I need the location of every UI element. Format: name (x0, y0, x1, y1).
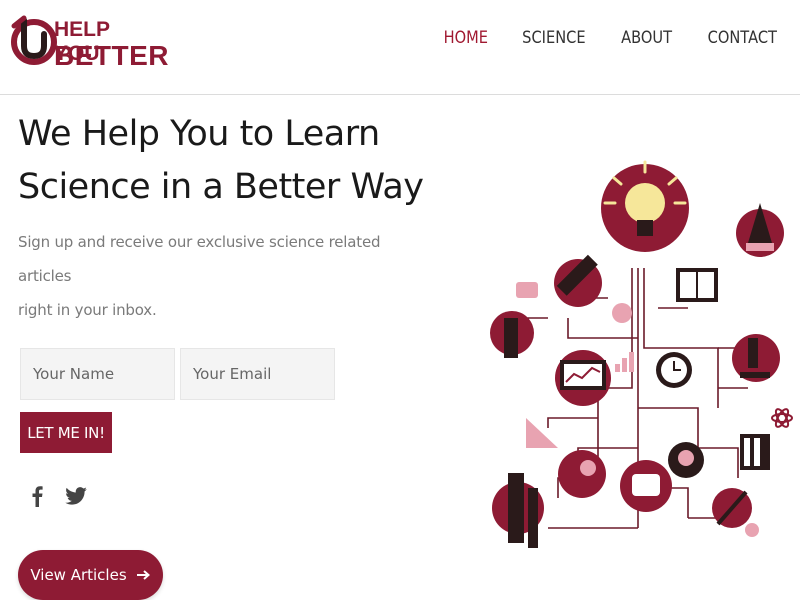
view-articles-label: View Articles (30, 566, 127, 584)
lightbulb-node (601, 160, 689, 252)
view-articles-button[interactable]: View Articles (18, 550, 163, 600)
gears-node (558, 450, 606, 498)
pyramid-node (526, 418, 558, 448)
scientist-node (490, 311, 534, 358)
submit-button[interactable]: LET ME IN! (20, 412, 112, 453)
brand-logo[interactable]: HELP YOU BETTER (8, 8, 169, 72)
hero-title: We Help You to Learn Science in a Better… (18, 108, 458, 214)
book-node (676, 268, 718, 302)
globe-node (612, 303, 632, 323)
hero-title-line1: We Help You to Learn (18, 114, 380, 154)
arrow-right-icon (136, 570, 150, 580)
hero-subtitle-line2: right in your inbox. (18, 301, 157, 319)
name-input[interactable] (20, 348, 175, 400)
nav-contact[interactable]: CONTACT (697, 26, 789, 50)
chat-bubble-node (516, 282, 538, 298)
brain-head-node (668, 442, 704, 478)
fist-node (620, 460, 672, 512)
main-nav: HOME SCIENCE ABOUT CONTACT (427, 26, 796, 50)
twitter-link[interactable] (63, 483, 89, 509)
twitter-icon (65, 487, 87, 505)
facebook-icon (32, 486, 43, 507)
nav-home[interactable]: HOME (432, 26, 499, 50)
virus-node (745, 523, 759, 537)
logo-mark-icon (11, 15, 57, 65)
clock-node (656, 352, 692, 388)
hero-subtitle-line1: Sign up and receive our exclusive scienc… (18, 233, 381, 285)
facebook-link[interactable] (27, 483, 47, 509)
hero-subtitle: Sign up and receive our exclusive scienc… (18, 225, 438, 327)
laptop-node (555, 350, 611, 406)
science-network-illustration (490, 160, 793, 548)
pipette-node (712, 488, 752, 528)
rocket-node (736, 203, 784, 257)
nav-science[interactable]: SCIENCE (511, 26, 597, 50)
nav-about[interactable]: ABOUT (610, 26, 683, 50)
brand-line2: BETTER (54, 40, 169, 71)
bar-chart-node (615, 352, 634, 372)
test-tubes-node (740, 434, 770, 470)
site-header: HELP YOU BETTER HOME SCIENCE ABOUT CONTA… (0, 0, 800, 95)
microscope-node (732, 334, 780, 382)
atom-node (771, 408, 793, 428)
satellite-node (554, 254, 602, 307)
email-input[interactable] (180, 348, 335, 400)
person-computer-node (492, 473, 544, 548)
hero-title-line2: Science in a Better Way (18, 167, 424, 207)
